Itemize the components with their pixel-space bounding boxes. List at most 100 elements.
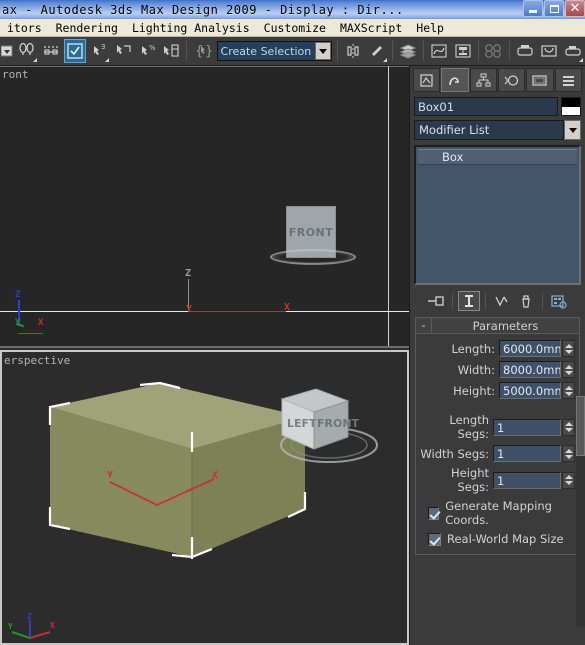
curve-editor-icon[interactable] [428, 39, 450, 63]
selection-filter-icon[interactable]: { } [191, 39, 213, 63]
mirror-icon[interactable] [342, 39, 364, 63]
close-button[interactable]: ✕ [565, 0, 585, 17]
viewcube-perspective[interactable]: LEFT FRONT [274, 377, 389, 472]
select-and-move-icon[interactable] [160, 39, 182, 63]
length-input[interactable]: 6000.0mm [499, 340, 561, 357]
real-world-map-size-row[interactable]: Real-World Map Size [428, 532, 575, 546]
viewport-right-divider [388, 66, 389, 346]
command-panel-tabs [410, 66, 585, 94]
scrollbar-thumb[interactable] [576, 396, 585, 456]
configure-modifier-sets-icon[interactable] [548, 291, 570, 311]
generate-mapping-coords-checkbox[interactable] [428, 506, 440, 520]
length-spinner[interactable] [562, 340, 575, 357]
bind-to-space-warp-icon[interactable] [40, 39, 62, 63]
menu-item-maxscript[interactable]: MAXScript [333, 21, 409, 35]
menu-item-rendering[interactable]: Rendering [49, 21, 125, 35]
toolbar-separator [422, 41, 424, 61]
menu-item-help[interactable]: Help [409, 21, 451, 35]
svg-text:3: 3 [101, 43, 105, 51]
width-segs-input[interactable]: 1 [493, 445, 561, 462]
collapse-icon[interactable]: - [416, 318, 432, 333]
select-by-name-icon[interactable]: 3 [88, 39, 110, 63]
parameters-rollout-header[interactable]: - Parameters [416, 318, 579, 334]
named-selection-set-input[interactable]: Create Selection Set [218, 45, 315, 58]
pin-stack-icon[interactable] [425, 291, 447, 311]
3dsmax-window: ax - Autodesk 3ds Max Design 2009 - Disp… [0, 0, 585, 645]
menu-item-editors[interactable]: itors [0, 21, 49, 35]
height-segs-label: Height Segs: [450, 466, 489, 494]
render-production-icon[interactable] [562, 39, 584, 63]
width-spinner[interactable] [562, 361, 575, 378]
window-crossing-icon[interactable]: % [136, 39, 158, 63]
restore-icon [549, 4, 559, 13]
transform-gizmo[interactable] [92, 467, 242, 512]
material-editor-icon[interactable] [483, 39, 505, 63]
hierarchy-tab[interactable] [469, 68, 497, 92]
make-unique-icon[interactable] [491, 291, 513, 311]
chevron-down-icon[interactable] [564, 120, 581, 140]
height-input[interactable]: 5000.0mm [499, 382, 561, 399]
height-segs-input[interactable]: 1 [493, 471, 561, 489]
modifier-stack[interactable]: Box [414, 145, 581, 285]
minimize-icon [529, 10, 537, 13]
svg-text:}: } [205, 44, 212, 59]
stack-toolbar-separator [542, 293, 543, 309]
maximize-button[interactable] [544, 0, 564, 17]
render-setup-icon[interactable] [514, 39, 536, 63]
menu-item-lighting-analysis[interactable]: Lighting Analysis [125, 21, 257, 35]
layer-manager-icon[interactable] [397, 39, 419, 63]
minimize-button[interactable] [523, 0, 543, 17]
length-segs-spinner[interactable] [562, 418, 575, 436]
modifier-list-dropdown[interactable]: Modifier List [414, 120, 564, 140]
utilities-tab[interactable] [554, 68, 582, 92]
width-segs-spinner[interactable] [562, 445, 575, 462]
viewport-perspective-label[interactable]: erspective [4, 354, 70, 367]
length-segs-input[interactable]: 1 [493, 418, 561, 436]
title-bar: ax - Autodesk 3ds Max Design 2009 - Disp… [0, 0, 585, 19]
menu-item-customize[interactable]: Customize [257, 21, 333, 35]
gizmo-x-axis[interactable] [188, 311, 286, 312]
real-world-map-size-checkbox[interactable] [428, 532, 441, 546]
height-segs-spinner[interactable] [562, 471, 575, 489]
select-and-link-icon[interactable] [16, 39, 38, 63]
toolbar-separator [391, 41, 393, 61]
generate-mapping-coords-label: Generate Mapping Coords. [445, 499, 552, 527]
viewcube-compass-ring[interactable] [270, 249, 356, 265]
modifier-stack-item-box[interactable]: Box [418, 149, 577, 165]
modifier-list-row: Modifier List [410, 118, 585, 142]
modifier-stack-toolbar [414, 289, 581, 313]
viewport-front-label[interactable]: ront [2, 68, 29, 81]
svg-text:Z: Z [27, 612, 32, 621]
param-row-height-segs: Height Segs: 1 [420, 466, 575, 494]
svg-text:X: X [50, 621, 55, 630]
axis-label-z: Z [15, 290, 21, 300]
remove-modifier-icon[interactable] [515, 291, 537, 311]
viewport-perspective[interactable]: erspective Y X LEFT FRONT Z Y X [0, 350, 409, 645]
rectangular-selection-region-icon[interactable] [112, 39, 134, 63]
object-name-row: Box01 [410, 94, 585, 118]
object-color-swatch[interactable] [561, 97, 581, 116]
show-end-result-icon[interactable] [458, 291, 480, 311]
display-tab[interactable] [526, 68, 554, 92]
align-icon[interactable] [366, 39, 388, 63]
chevron-down-icon[interactable] [314, 42, 331, 60]
parameters-rollout: - Parameters Length: 6000.0mm Width: 800… [415, 317, 580, 555]
length-label: Length: [451, 341, 495, 356]
schematic-view-icon[interactable] [452, 39, 474, 63]
viewport-front[interactable]: ront FRONT Z Y X Z Y X [0, 66, 409, 348]
command-panel-scrollbar[interactable] [576, 396, 585, 626]
toolbar-separator [336, 41, 338, 61]
svg-text:Y: Y [8, 622, 13, 631]
named-selection-set-combo[interactable]: Create Selection Set [216, 41, 332, 61]
motion-tab[interactable] [497, 68, 526, 92]
rendered-frame-window-icon[interactable] [538, 39, 560, 63]
length-segs-label: Length Segs: [449, 413, 489, 441]
select-object-icon[interactable] [63, 39, 87, 63]
generate-mapping-coords-row[interactable]: Generate Mapping Coords. [428, 499, 575, 527]
create-tab[interactable] [413, 68, 441, 92]
object-name-input[interactable]: Box01 [414, 97, 558, 116]
width-input[interactable]: 8000.0mm [499, 361, 561, 378]
undo-dropdown-icon[interactable] [1, 39, 14, 63]
modify-tab[interactable] [441, 68, 469, 92]
height-spinner[interactable] [562, 382, 575, 399]
